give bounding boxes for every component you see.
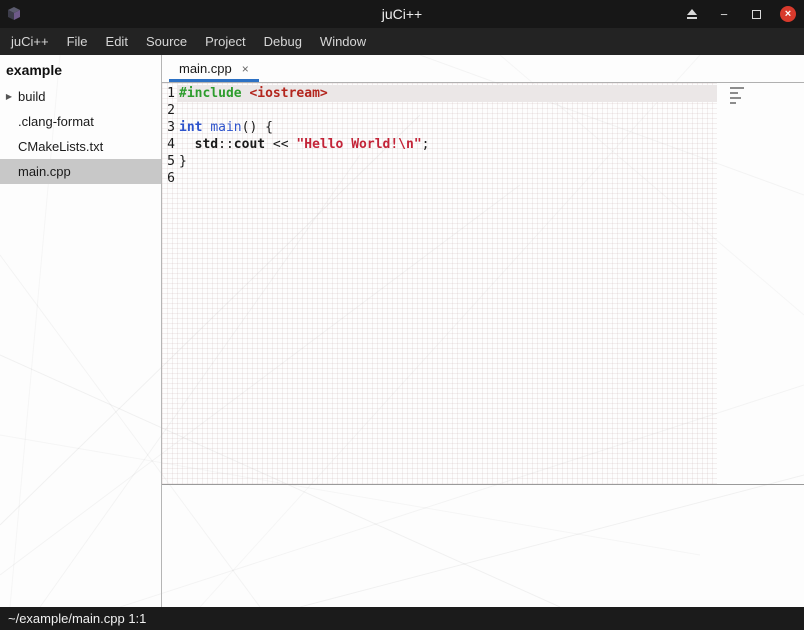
line-number: 6 bbox=[162, 170, 177, 187]
tab-bar: main.cpp × bbox=[162, 55, 804, 83]
code-text: } bbox=[177, 153, 717, 170]
titlebar[interactable]: juCi++ − × bbox=[0, 0, 804, 28]
app-logo-icon bbox=[6, 6, 22, 22]
tree-item-label: build bbox=[18, 89, 45, 104]
menu-item-debug[interactable]: Debug bbox=[255, 28, 311, 55]
code-text: #include <iostream> bbox=[177, 85, 717, 102]
app-window: juCi++ − × juCi++FileEditSourceProjectDe… bbox=[0, 0, 804, 630]
window-controls: − × bbox=[684, 0, 796, 28]
tree-item-label: .clang-format bbox=[18, 114, 94, 129]
maximize-icon bbox=[752, 10, 761, 19]
code-text bbox=[177, 102, 717, 119]
tree-item-cmakelists-txt[interactable]: CMakeLists.txt bbox=[0, 134, 161, 159]
line-number: 1 bbox=[162, 85, 177, 102]
code-token-plain: :: bbox=[218, 137, 234, 152]
code-token-ns: std bbox=[195, 137, 218, 152]
tab-close-icon[interactable]: × bbox=[242, 62, 249, 76]
tree-item-clang-format[interactable]: .clang-format bbox=[0, 109, 161, 134]
code-line-4: 4 std::cout << "Hello World!\n"; bbox=[162, 136, 717, 153]
minimap-mark bbox=[730, 97, 741, 99]
code-token-plain: } bbox=[179, 154, 187, 169]
menu-item-source[interactable]: Source bbox=[137, 28, 196, 55]
expander-icon[interactable]: ▶ bbox=[0, 92, 18, 101]
code-text bbox=[177, 170, 717, 187]
tree-item-build[interactable]: ▶build bbox=[0, 84, 161, 109]
code-text: int main() { bbox=[177, 119, 717, 136]
code-token-incl: <iostream> bbox=[249, 86, 327, 101]
code-token-fn: main bbox=[210, 120, 241, 135]
tree-root-folder[interactable]: example bbox=[0, 58, 161, 84]
tab-main-cpp[interactable]: main.cpp × bbox=[169, 55, 259, 82]
status-file-position: ~/example/main.cpp 1:1 bbox=[8, 611, 146, 626]
menu-item-juci[interactable]: juCi++ bbox=[2, 28, 58, 55]
minimap-mark bbox=[730, 92, 738, 94]
tab-label: main.cpp bbox=[179, 61, 232, 76]
code-line-2: 2 bbox=[162, 102, 717, 119]
code-token-plain: () { bbox=[242, 120, 273, 135]
code-area[interactable]: 1#include <iostream>23int main() {4 std:… bbox=[162, 83, 717, 484]
tree-item-label: CMakeLists.txt bbox=[18, 139, 103, 154]
code-token-plain: << bbox=[265, 137, 296, 152]
code-line-6: 6 bbox=[162, 170, 717, 187]
minimap bbox=[730, 87, 752, 104]
keep-above-icon[interactable] bbox=[684, 6, 700, 22]
code-text: std::cout << "Hello World!\n"; bbox=[177, 136, 717, 153]
main-pane: main.cpp × 1#include <iostream>23int mai… bbox=[162, 55, 804, 607]
close-button[interactable]: × bbox=[780, 6, 796, 22]
line-number: 3 bbox=[162, 119, 177, 136]
menu-item-edit[interactable]: Edit bbox=[97, 28, 137, 55]
maximize-button[interactable] bbox=[748, 6, 764, 22]
line-number: 4 bbox=[162, 136, 177, 153]
minimap-mark bbox=[730, 87, 744, 89]
code-token-preproc: #include bbox=[179, 86, 242, 101]
line-number: 2 bbox=[162, 102, 177, 119]
code-line-3: 3int main() { bbox=[162, 119, 717, 136]
menubar: juCi++FileEditSourceProjectDebugWindow bbox=[0, 28, 804, 55]
code-line-1: 1#include <iostream> bbox=[162, 85, 717, 102]
line-number: 5 bbox=[162, 153, 177, 170]
menu-item-window[interactable]: Window bbox=[311, 28, 375, 55]
code-line-5: 5} bbox=[162, 153, 717, 170]
menu-item-project[interactable]: Project bbox=[196, 28, 254, 55]
status-bar: ~/example/main.cpp 1:1 bbox=[0, 607, 804, 630]
file-tree-sidebar: example ▶build .clang-format CMakeLists.tx… bbox=[0, 55, 162, 607]
minimap-mark bbox=[730, 102, 736, 104]
code-token-str: "Hello World!\n" bbox=[296, 137, 421, 152]
terminal-panel[interactable] bbox=[162, 484, 804, 607]
tree-item-main-cpp[interactable]: main.cpp bbox=[0, 159, 161, 184]
tree-items: ▶build .clang-format CMakeLists.txt main.cp… bbox=[0, 84, 161, 184]
tree-item-label: main.cpp bbox=[18, 164, 71, 179]
code-token-ns: cout bbox=[234, 137, 265, 152]
code-token-plain bbox=[179, 137, 195, 152]
content-area: example ▶build .clang-format CMakeLists.tx… bbox=[0, 55, 804, 607]
code-token-kw: int bbox=[179, 120, 202, 135]
code-editor[interactable]: 1#include <iostream>23int main() {4 std:… bbox=[162, 83, 804, 484]
code-token-plain: ; bbox=[422, 137, 430, 152]
minimize-button[interactable]: − bbox=[716, 6, 732, 22]
menu-item-file[interactable]: File bbox=[58, 28, 97, 55]
